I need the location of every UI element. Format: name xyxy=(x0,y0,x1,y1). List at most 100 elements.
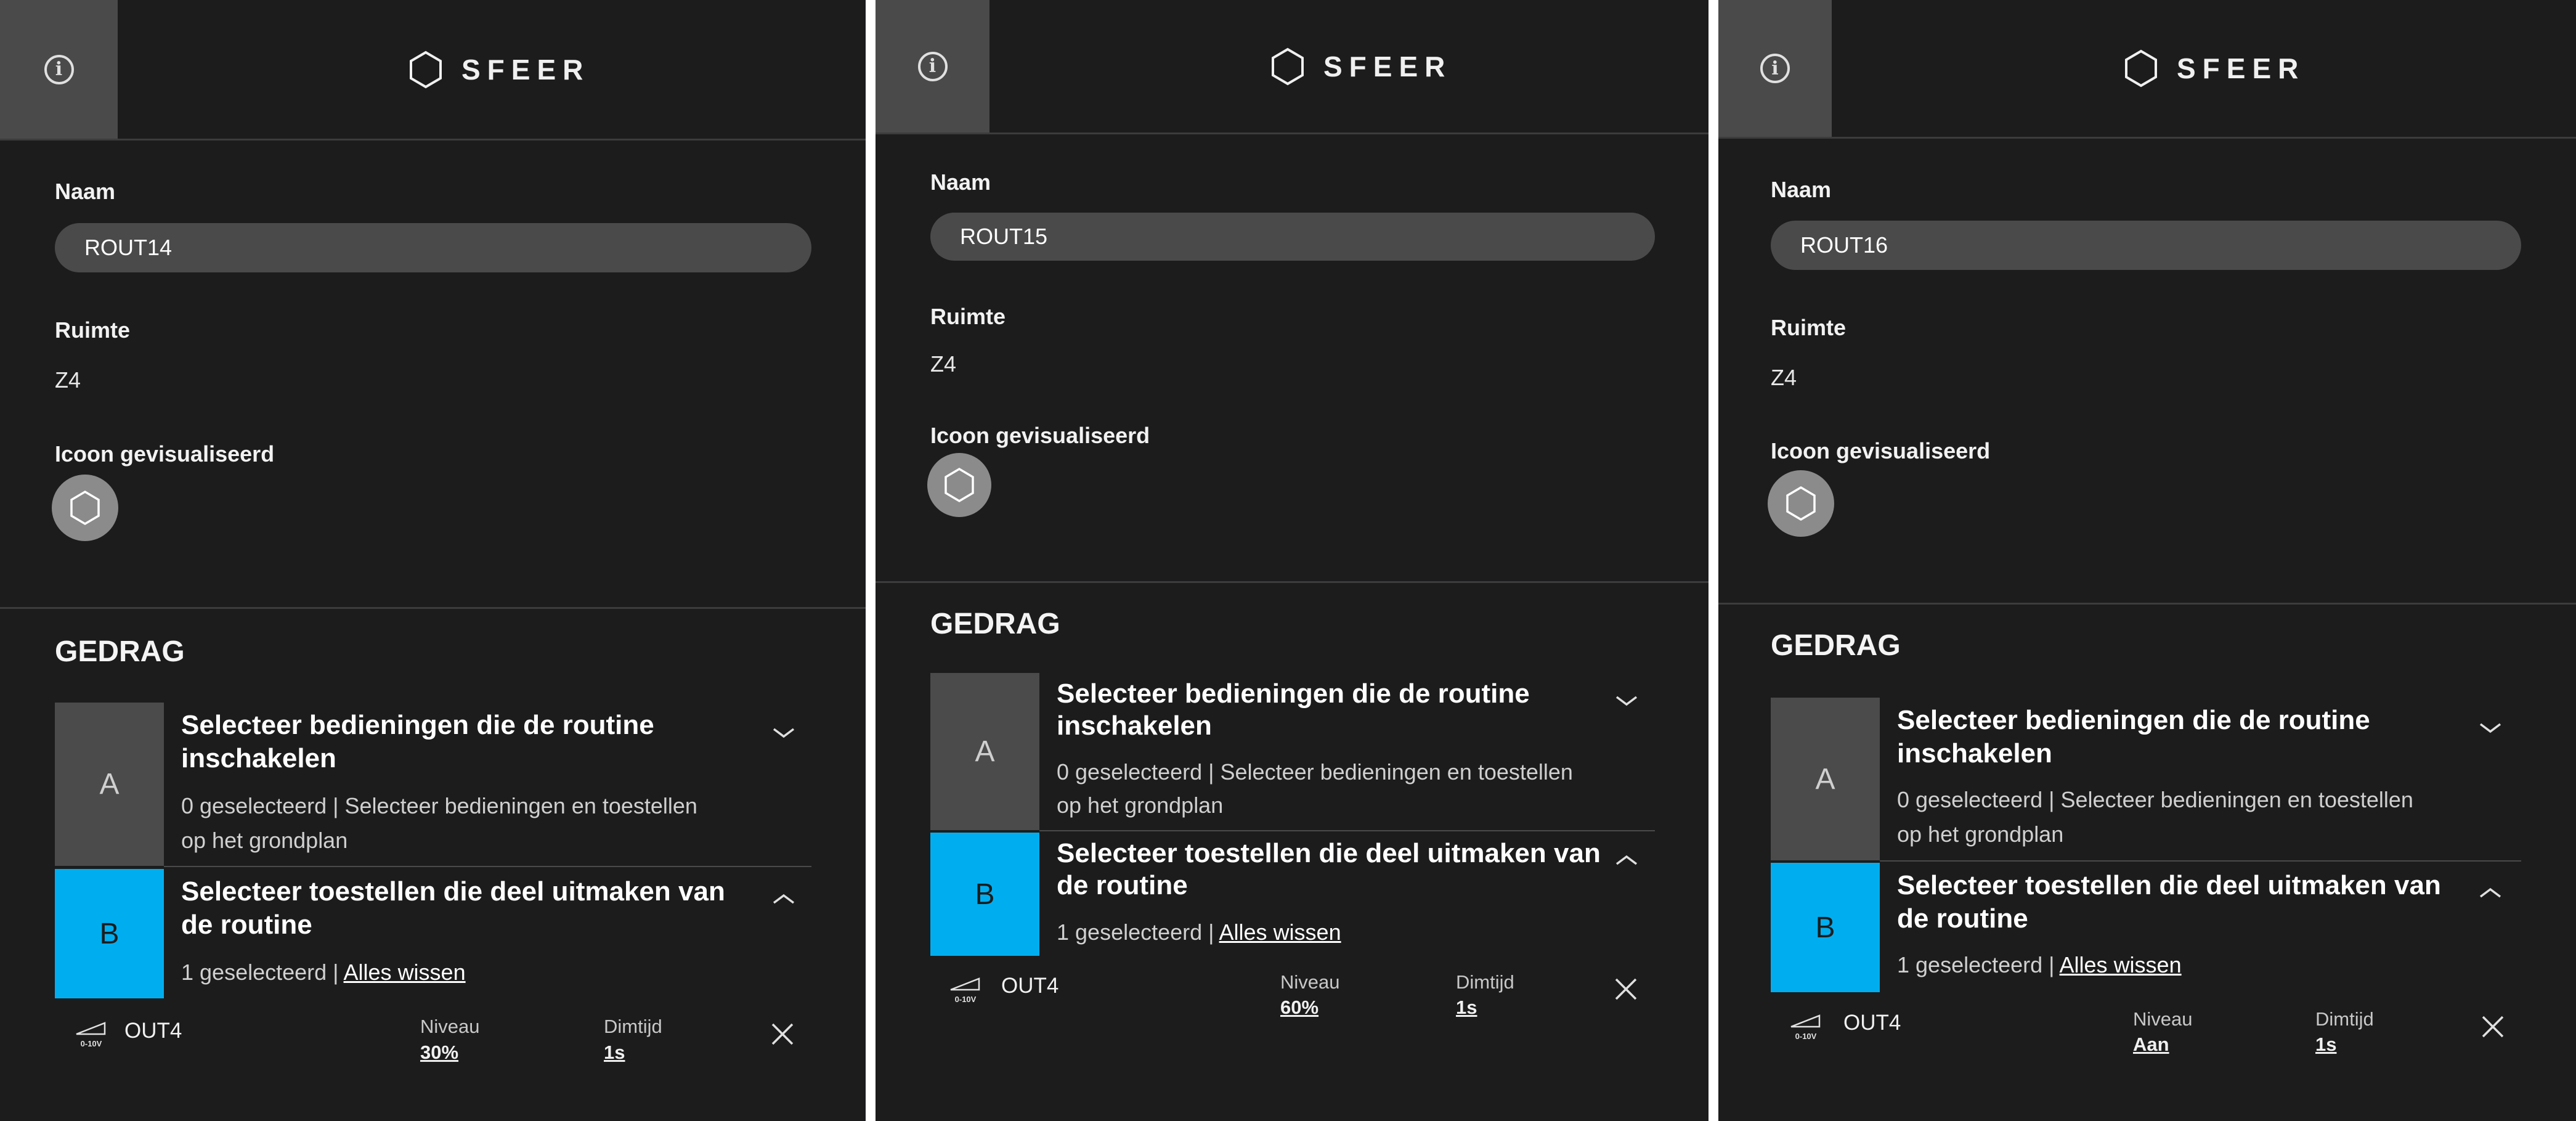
icon-picker[interactable] xyxy=(52,475,118,541)
room-value: Z4 xyxy=(55,367,81,393)
dim-time-value[interactable]: 1s xyxy=(1456,997,1477,1019)
info-button[interactable]: i xyxy=(1718,0,1832,137)
dim-time-label: Dimtijd xyxy=(2315,1008,2374,1030)
dim-time-value[interactable]: 1s xyxy=(2315,1033,2336,1056)
step-a-title: Selecteer bedieningen die de routine ins… xyxy=(181,710,654,773)
dimmer-icon-text: 0-10V xyxy=(1795,1032,1817,1041)
device-name: OUT4 xyxy=(124,1019,182,1043)
hexagon-logo-icon xyxy=(410,51,442,88)
step-a-title: Selecteer bedieningen die de routine ins… xyxy=(1057,679,1530,741)
brand-logo: SFEER xyxy=(1268,0,1452,132)
room-label: Ruimte xyxy=(1771,315,1847,340)
step-separator xyxy=(1880,860,2521,862)
level-value[interactable]: 60% xyxy=(1280,997,1318,1019)
chevron-down-icon[interactable] xyxy=(771,726,796,740)
chevron-up-icon[interactable] xyxy=(2478,886,2503,900)
hexagon-logo-icon xyxy=(1272,47,1304,85)
step-b-select-devices[interactable]: B Selecteer toestellen die deel uitmaken… xyxy=(1771,863,2521,992)
name-input[interactable]: ROUT14 xyxy=(55,223,811,272)
step-a-badge: A xyxy=(1771,698,1880,860)
brand-name: SFEER xyxy=(2177,52,2306,84)
dimmer-0-10v-icon: 0-10V xyxy=(950,977,980,1004)
icon-label: Icoon gevisualiseerd xyxy=(55,441,275,467)
step-b-description: 1 geselecteerd | Alles wissen xyxy=(181,960,466,985)
clear-all-link[interactable]: Alles wissen xyxy=(1219,919,1341,945)
brand-name: SFEER xyxy=(1323,50,1452,83)
step-a-description: 0 geselecteerd | Selecteer bedieningen e… xyxy=(181,793,697,853)
section-title-gedrag: GEDRAG xyxy=(930,608,1060,640)
room-value: Z4 xyxy=(1771,365,1797,390)
room-label: Ruimte xyxy=(930,304,1006,329)
routine-panel-rout14: i SFEER Naam ROUT14 Ruimte Z4 Icoon gevi… xyxy=(0,0,866,1121)
name-input[interactable]: ROUT15 xyxy=(930,213,1655,261)
section-divider xyxy=(0,607,866,609)
hexagon-icon xyxy=(1786,486,1816,521)
step-a-activate-controls[interactable]: A Selecteer bedieningen die de routine i… xyxy=(55,703,811,866)
icon-picker[interactable] xyxy=(1768,470,1834,537)
room-label: Ruimte xyxy=(55,317,131,343)
remove-device-icon[interactable] xyxy=(1614,977,1638,1001)
icon-picker[interactable] xyxy=(927,453,991,517)
info-button[interactable]: i xyxy=(876,0,989,132)
icon-label: Icoon gevisualiseerd xyxy=(1771,438,1991,463)
dim-time-value[interactable]: 1s xyxy=(604,1042,625,1064)
name-input-value: ROUT15 xyxy=(960,224,1048,249)
section-title-gedrag: GEDRAG xyxy=(55,635,185,668)
step-b-title: Selecteer toestellen die deel uitmaken v… xyxy=(1057,838,1601,900)
dimmer-0-10v-icon: 0-10V xyxy=(76,1022,106,1048)
clear-all-link[interactable]: Alles wissen xyxy=(344,960,466,985)
remove-device-icon[interactable] xyxy=(2481,1014,2505,1039)
step-b-description: 1 geselecteerd | Alles wissen xyxy=(1897,952,2182,977)
name-label: Naam xyxy=(1771,177,1832,202)
step-a-badge: A xyxy=(930,673,1039,830)
info-icon: i xyxy=(44,54,74,84)
name-label: Naam xyxy=(55,179,116,204)
step-b-badge: B xyxy=(930,833,1039,956)
routine-panel-rout16: i SFEER Naam ROUT16 Ruimte Z4 Icoon gevi… xyxy=(1718,0,2576,1121)
chevron-up-icon[interactable] xyxy=(1614,854,1639,867)
step-separator xyxy=(164,866,811,867)
device-name: OUT4 xyxy=(1001,974,1059,998)
step-a-description: 0 geselecteerd | Selecteer bedieningen e… xyxy=(1057,759,1573,818)
device-name: OUT4 xyxy=(1843,1011,1901,1035)
dimmer-icon-text: 0-10V xyxy=(955,995,977,1004)
hexagon-logo-icon xyxy=(2125,49,2157,88)
dimmer-0-10v-icon: 0-10V xyxy=(1790,1014,1821,1041)
step-b-description: 1 geselecteerd | Alles wissen xyxy=(1057,919,1341,945)
step-a-title: Selecteer bedieningen die de routine ins… xyxy=(1897,705,2370,768)
section-divider xyxy=(1718,603,2576,605)
icon-label: Icoon gevisualiseerd xyxy=(930,423,1150,448)
room-value: Z4 xyxy=(930,351,957,377)
routine-panel-rout15: i SFEER Naam ROUT15 Ruimte Z4 Icoon gevi… xyxy=(876,0,1709,1121)
chevron-up-icon[interactable] xyxy=(771,892,796,906)
brand-name: SFEER xyxy=(461,53,590,86)
chevron-down-icon[interactable] xyxy=(2478,721,2503,735)
level-label: Niveau xyxy=(2133,1008,2193,1030)
section-title-gedrag: GEDRAG xyxy=(1771,629,1901,662)
dimmer-icon-text: 0-10V xyxy=(81,1039,102,1048)
step-a-activate-controls[interactable]: A Selecteer bedieningen die de routine i… xyxy=(1771,698,2521,860)
step-a-description: 0 geselecteerd | Selecteer bedieningen e… xyxy=(1897,787,2413,847)
info-button[interactable]: i xyxy=(0,0,118,139)
step-b-title: Selecteer toestellen die deel uitmaken v… xyxy=(1897,870,2441,934)
name-input[interactable]: ROUT16 xyxy=(1771,221,2521,270)
chevron-down-icon[interactable] xyxy=(1614,694,1639,707)
panel-header: i SFEER xyxy=(1718,0,2576,139)
step-separator xyxy=(1039,830,1655,831)
level-label: Niveau xyxy=(1280,971,1340,993)
level-value[interactable]: Aan xyxy=(2133,1033,2169,1056)
step-b-select-devices[interactable]: B Selecteer toestellen die deel uitmaken… xyxy=(930,833,1655,956)
step-b-title: Selecteer toestellen die deel uitmaken v… xyxy=(181,876,725,940)
panel-header: i SFEER xyxy=(0,0,866,141)
hexagon-icon xyxy=(70,490,100,526)
level-value[interactable]: 30% xyxy=(420,1042,458,1064)
dim-time-label: Dimtijd xyxy=(604,1016,662,1037)
step-a-badge: A xyxy=(55,703,164,866)
clear-all-link[interactable]: Alles wissen xyxy=(2060,952,2182,977)
dim-time-label: Dimtijd xyxy=(1456,971,1514,993)
remove-device-icon[interactable] xyxy=(770,1022,795,1046)
panel-header: i SFEER xyxy=(876,0,1709,134)
step-b-select-devices[interactable]: B Selecteer toestellen die deel uitmaken… xyxy=(55,869,811,998)
step-a-activate-controls[interactable]: A Selecteer bedieningen die de routine i… xyxy=(930,673,1655,830)
level-label: Niveau xyxy=(420,1016,480,1037)
